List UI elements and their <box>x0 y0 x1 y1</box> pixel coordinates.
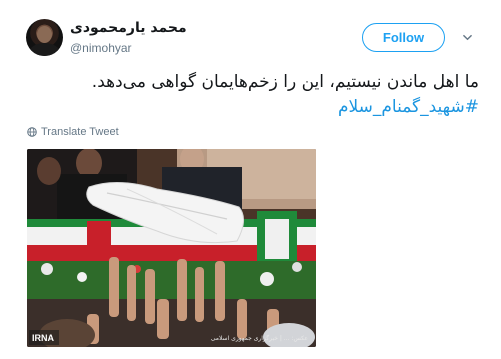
translate-label: Translate Tweet <box>41 126 119 138</box>
avatar[interactable] <box>26 19 63 56</box>
translate-tweet-link[interactable]: Translate Tweet <box>27 126 119 138</box>
avatar-shoulders <box>29 43 60 56</box>
author-display-name[interactable]: محمد یارمحمودی <box>70 20 187 36</box>
irna-logo: IRNA <box>32 333 54 343</box>
tweet-photo[interactable]: IRNA عکس: ... | خبرگزاری جمهوری اسلامی <box>27 149 316 347</box>
avatar-face <box>37 26 52 43</box>
follow-button[interactable]: Follow <box>362 23 445 52</box>
tweet-body: ما اهل ماندن نیستیم، این را زخم‌هایمان گ… <box>91 72 479 92</box>
tweet-text: ما اهل ماندن نیستیم، این را زخم‌هایمان گ… <box>19 70 479 120</box>
author-handle[interactable]: @nimohyar <box>70 41 132 55</box>
funeral-photo <box>27 149 316 347</box>
chevron-down-icon[interactable] <box>463 33 472 42</box>
photo-caption-watermark: عکس: ... | خبرگزاری جمهوری اسلامی <box>210 335 308 342</box>
globe-icon <box>27 127 37 137</box>
hashtag-link[interactable]: #شهید_گمنام_سلام <box>19 95 479 120</box>
